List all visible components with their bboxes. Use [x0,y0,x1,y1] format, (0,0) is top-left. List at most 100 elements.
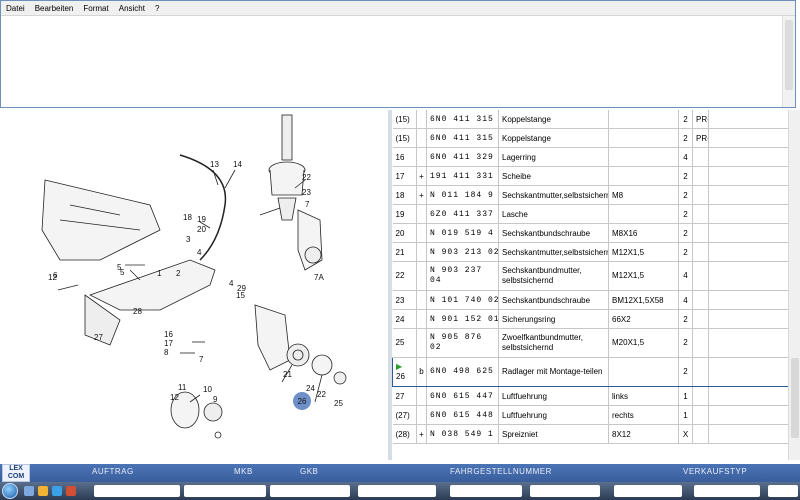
part-position: ▶ 26 [392,357,417,387]
part-position: 16 [392,147,417,167]
callout-7[interactable]: 7 [305,200,310,209]
menu-bearbeiten[interactable]: Bearbeiten [30,4,79,13]
part-flag [416,309,427,329]
taskbar-item[interactable] [358,485,436,497]
part-description: Sechskantbundschraube [498,290,609,310]
parts-row[interactable]: (28) + N 038 549 1 Spreizniet 8X12 X [392,424,788,444]
parts-row[interactable]: (15) 6N0 411 315 DKoppelstange 2PR-0AD,0AH [392,128,788,148]
part-spec: M20X1,5 [608,328,679,358]
callout-18[interactable]: 18 [183,213,192,222]
app-icon[interactable] [66,486,76,496]
taskbar-item[interactable] [184,485,266,497]
taskbar-item[interactable] [270,485,350,497]
explorer-icon[interactable] [38,486,48,496]
callout-12b[interactable]: 12 [48,273,57,282]
callout-2[interactable]: 2 [176,269,181,278]
parts-row[interactable]: (27) 6N0 615 448 A Luftfuehrung rechts 1 [392,405,788,425]
taskbar-item[interactable] [694,485,760,497]
callout-21[interactable]: 21 [283,370,292,379]
gkb-button[interactable]: GKB [300,467,318,476]
callout-14[interactable]: 14 [233,160,242,169]
callout-3[interactable]: 3 [186,235,191,244]
part-pr-number [692,290,709,310]
parts-row[interactable]: 20 N 019 519 4 Sechskantbundschraube M8X16 2 [392,223,788,243]
system-tray[interactable] [768,485,798,497]
browser-icon[interactable] [52,486,62,496]
callout-22b[interactable]: 22 [317,390,326,399]
callout-20[interactable]: 20 [197,225,206,234]
parts-row[interactable]: 19 6Z0 411 337 Lasche 2 [392,204,788,224]
mkb-button[interactable]: MKB [234,467,253,476]
callout-28[interactable]: 28 [133,307,142,316]
part-position: 27 [392,386,417,406]
parts-row[interactable]: 24 N 901 152 01 Sicherungsring 66X2 2 [392,309,788,329]
callout-11[interactable]: 11 [178,383,187,392]
callout-7a[interactable]: 7A [314,273,324,282]
part-number: N 101 740 02 [426,290,499,310]
callout-10[interactable]: 10 [203,385,212,394]
menu-format[interactable]: Format [78,4,113,13]
callout-5b[interactable]: 5 [120,268,125,277]
notepad-window: Datei Bearbeiten Format Ansicht ? [0,0,796,108]
part-position: 23 [392,290,417,310]
part-spec: rechts [608,405,679,425]
parts-row[interactable]: 25 N 905 876 02 Zwoelfkantbundmutter, selb… [392,328,788,358]
callout-15[interactable]: 15 [236,291,245,300]
part-position: 17 [392,166,417,186]
taskbar-item[interactable] [530,485,600,497]
callout-9[interactable]: 9 [213,395,218,404]
callout-12[interactable]: 12 [170,393,179,402]
editor-scrollbar[interactable] [782,16,795,107]
parts-row[interactable]: 17 +191 411 331 Scheibe 2 [392,166,788,186]
parts-row[interactable]: (15) 6N0 411 315 CKoppelstange 2PR-0AB [392,110,788,129]
taskbar-item[interactable] [94,485,180,497]
parts-row[interactable]: 21 N 903 213 02 Sechskantmutter,selbstsich… [392,242,788,262]
parts-row[interactable]: 23 N 101 740 02 Sechskantbundschraube BM12X… [392,290,788,310]
taskbar-item[interactable] [450,485,522,497]
callout-23[interactable]: 23 [302,188,311,197]
part-pr-number [692,405,709,425]
parts-scrollbar[interactable] [788,110,800,460]
callout-27[interactable]: 27 [94,333,103,342]
editor-scroll-thumb[interactable] [785,20,793,90]
part-spec [608,110,679,129]
callout-24[interactable]: 24 [306,384,315,393]
callout-16[interactable]: 16 [164,330,173,339]
auftrag-button[interactable]: AUFTRAG [92,467,134,476]
menu-datei[interactable]: Datei [1,4,30,13]
parts-row[interactable]: 18 + N 011 184 9 Sechskantmutter,selbstsich… [392,185,788,205]
parts-row[interactable]: 27 6N0 615 447 A Luftfuehrung links 1 [392,386,788,406]
part-pr-number [692,166,709,186]
stabilizer-bar-shape [179,154,227,261]
callout-17[interactable]: 17 [164,339,173,348]
taskbar-item[interactable] [614,485,682,497]
callout-1[interactable]: 1 [157,269,162,278]
part-description: Zwoelfkantbundmutter, selbstsichernd [498,328,609,358]
parts-row[interactable]: ▶ 26 b 6N0 498 625 Radlager mit Montage-tei… [392,357,788,387]
callout-22[interactable]: 22 [302,173,311,182]
show-desktop-icon[interactable] [24,486,34,496]
part-description: Sicherungsring [498,309,609,329]
callout-19[interactable]: 19 [197,215,206,224]
callout-4b[interactable]: 4 [229,279,234,288]
text-editor[interactable] [1,16,783,107]
start-button-icon[interactable] [2,483,18,499]
part-position-label: (15) [395,133,410,143]
fahrgestellnummer-button[interactable]: FAHRGESTELLNUMMER [450,467,552,476]
callout-7b[interactable]: 7 [199,355,204,364]
menu-ansicht[interactable]: Ansicht [114,4,150,13]
parts-row[interactable]: 16 6N0 411 329 Lagerring 4 [392,147,788,167]
menu-help[interactable]: ? [150,4,164,13]
part-position-label: (28) [395,429,410,439]
part-number: N 901 152 01 [426,309,499,329]
verkaufstyp-button[interactable]: VERKAUFSTYP [683,467,747,476]
part-number: 6N0 411 329 [426,147,499,167]
callout-4[interactable]: 4 [197,248,202,257]
part-flag [416,405,427,425]
callout-13[interactable]: 13 [210,160,219,169]
callout-8[interactable]: 8 [164,348,169,357]
part-extra-cell [708,424,788,444]
parts-scroll-thumb[interactable] [791,358,799,438]
callout-25[interactable]: 25 [334,399,343,408]
parts-row[interactable]: 22 N 903 237 04 Sechskantbundmutter, selbs… [392,261,788,291]
